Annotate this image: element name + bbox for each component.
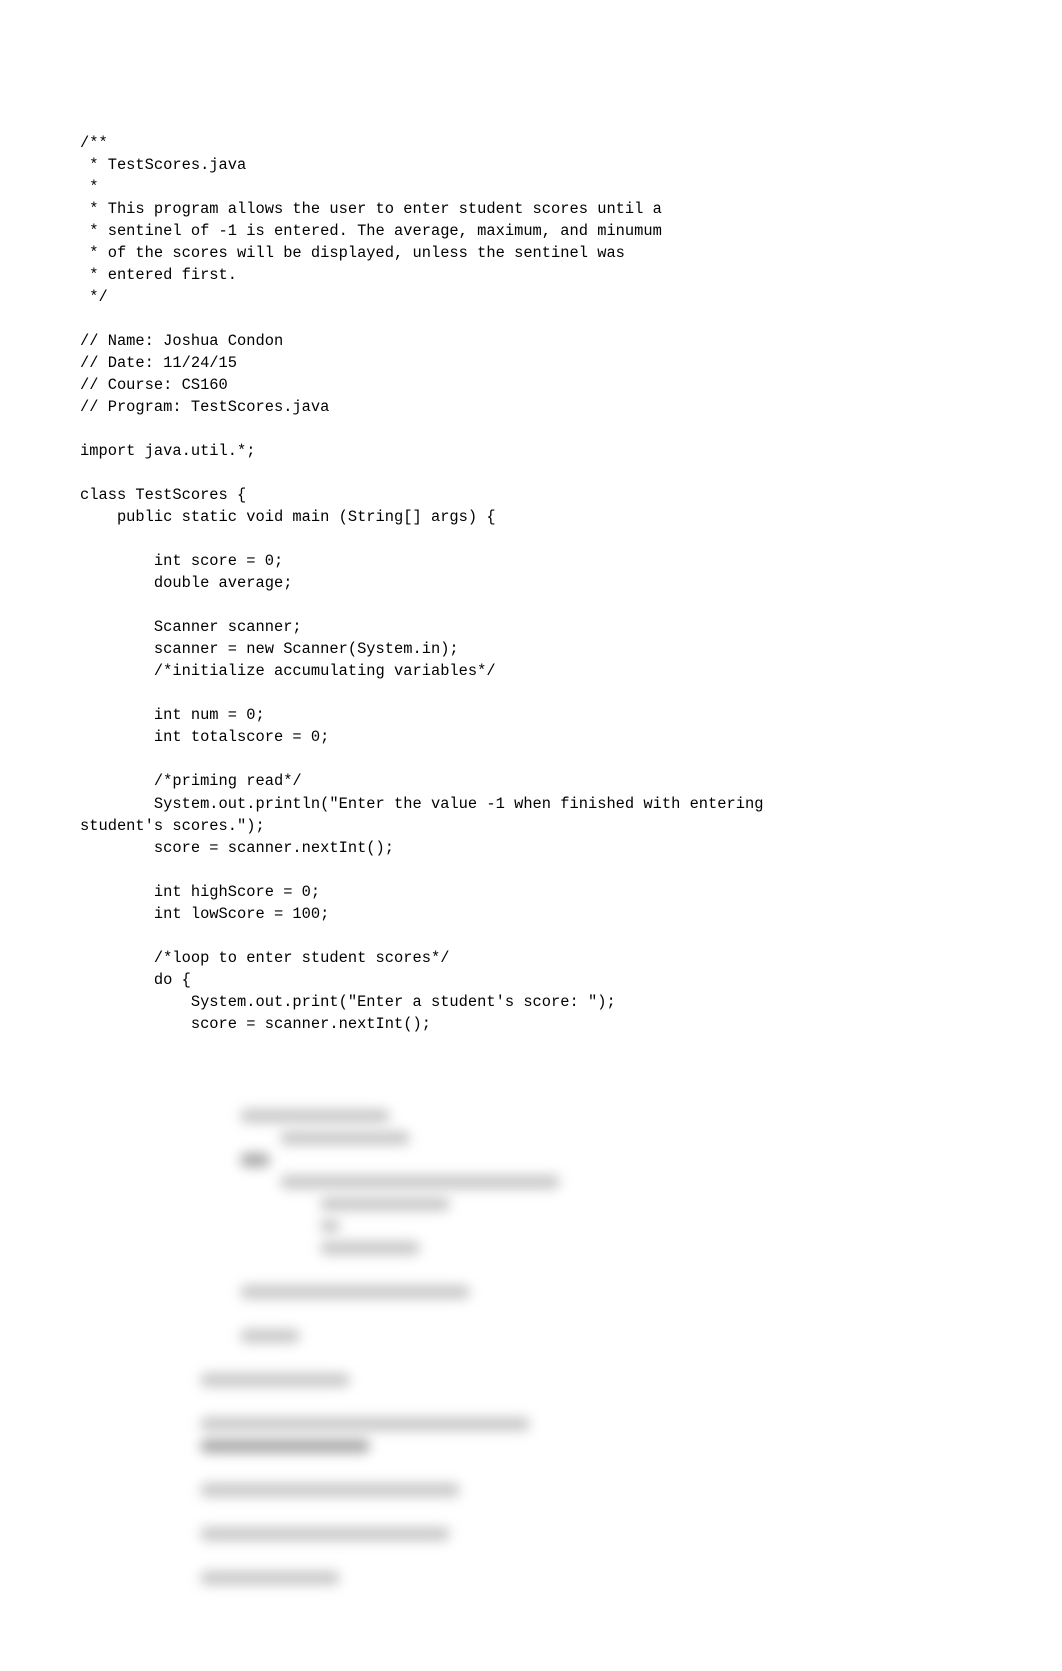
code-line: int lowScore = 100; xyxy=(80,903,982,925)
blur-chip xyxy=(200,1571,340,1585)
blur-chip xyxy=(240,1109,390,1123)
blur-chip xyxy=(320,1219,340,1233)
code-line: public static void main (String[] args) … xyxy=(80,506,982,528)
blurred-line xyxy=(80,1281,982,1303)
code-block: /** * TestScores.java * * This program a… xyxy=(80,132,982,1057)
code-line xyxy=(80,682,982,704)
blurred-line xyxy=(80,1193,982,1215)
blurred-line xyxy=(80,1259,982,1281)
code-line: // Program: TestScores.java xyxy=(80,396,982,418)
blurred-line xyxy=(80,1479,982,1501)
blurred-line xyxy=(80,1457,982,1479)
code-line: do { xyxy=(80,969,982,991)
code-line: // Date: 11/24/15 xyxy=(80,352,982,374)
blurred-line xyxy=(80,1105,982,1127)
code-document: /** * TestScores.java * * This program a… xyxy=(0,0,1062,1671)
code-line: int score = 0; xyxy=(80,550,982,572)
code-line xyxy=(80,748,982,770)
code-line: double average; xyxy=(80,572,982,594)
blur-chip xyxy=(240,1153,270,1167)
code-line: /*loop to enter student scores*/ xyxy=(80,947,982,969)
blurred-line xyxy=(80,1523,982,1545)
code-line xyxy=(80,528,982,550)
code-line xyxy=(80,594,982,616)
code-line: */ xyxy=(80,286,982,308)
blur-chip xyxy=(240,1285,470,1299)
blur-chip xyxy=(240,1329,300,1343)
code-line: /*initialize accumulating variables*/ xyxy=(80,660,982,682)
code-line: * TestScores.java xyxy=(80,154,982,176)
blurred-line xyxy=(80,1501,982,1523)
blurred-line xyxy=(80,1391,982,1413)
code-line: int highScore = 0; xyxy=(80,881,982,903)
code-line: score = scanner.nextInt(); xyxy=(80,1013,982,1035)
code-line xyxy=(80,1035,982,1057)
code-line xyxy=(80,418,982,440)
blur-chip xyxy=(320,1197,450,1211)
blurred-line xyxy=(80,1127,982,1149)
code-line: * This program allows the user to enter … xyxy=(80,198,982,220)
blurred-line xyxy=(80,1369,982,1391)
blur-chip xyxy=(280,1175,560,1189)
blur-chip xyxy=(200,1417,530,1431)
code-line: score = scanner.nextInt(); xyxy=(80,837,982,859)
code-line xyxy=(80,308,982,330)
code-line: * entered first. xyxy=(80,264,982,286)
code-line: import java.util.*; xyxy=(80,440,982,462)
code-line: // Course: CS160 xyxy=(80,374,982,396)
blurred-line xyxy=(80,1545,982,1567)
code-line: Scanner scanner; xyxy=(80,616,982,638)
blurred-line xyxy=(80,1567,982,1589)
blurred-region xyxy=(80,1105,982,1589)
blurred-line xyxy=(80,1413,982,1435)
blurred-line xyxy=(80,1325,982,1347)
code-line: * sentinel of -1 is entered. The average… xyxy=(80,220,982,242)
blur-chip xyxy=(320,1241,420,1255)
blurred-line xyxy=(80,1171,982,1193)
code-line: scanner = new Scanner(System.in); xyxy=(80,638,982,660)
code-line xyxy=(80,859,982,881)
code-line xyxy=(80,462,982,484)
code-line: * xyxy=(80,176,982,198)
blurred-line xyxy=(80,1215,982,1237)
code-line: /** xyxy=(80,132,982,154)
blurred-line xyxy=(80,1435,982,1457)
blurred-line xyxy=(80,1149,982,1171)
code-line: int totalscore = 0; xyxy=(80,726,982,748)
blur-chip xyxy=(280,1131,410,1145)
code-line: /*priming read*/ xyxy=(80,770,982,792)
blurred-line xyxy=(80,1237,982,1259)
blurred-line xyxy=(80,1347,982,1369)
code-line: student's scores."); xyxy=(80,815,982,837)
code-line: System.out.println("Enter the value -1 w… xyxy=(80,793,982,815)
code-line: class TestScores { xyxy=(80,484,982,506)
blur-chip xyxy=(200,1439,370,1453)
blur-chip xyxy=(200,1527,450,1541)
code-line: int num = 0; xyxy=(80,704,982,726)
blur-chip xyxy=(200,1483,460,1497)
code-line: System.out.print("Enter a student's scor… xyxy=(80,991,982,1013)
blurred-line xyxy=(80,1303,982,1325)
blur-chip xyxy=(200,1373,350,1387)
code-line xyxy=(80,925,982,947)
code-line: * of the scores will be displayed, unles… xyxy=(80,242,982,264)
code-line: // Name: Joshua Condon xyxy=(80,330,982,352)
